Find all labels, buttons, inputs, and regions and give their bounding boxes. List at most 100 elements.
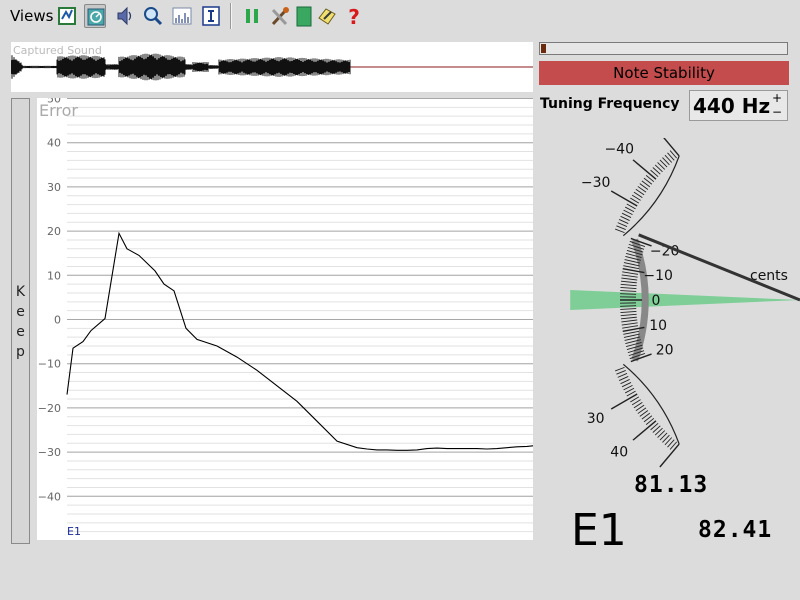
meter-tick: [617, 373, 628, 378]
meter-tick: [620, 305, 637, 307]
notepad-pencil-icon: [318, 8, 336, 25]
meter-tick: [617, 222, 628, 227]
cents-meter: 50403020100−10−20−30−40−50cents: [570, 138, 800, 468]
meter-label: −10: [643, 268, 673, 284]
meter-tick: [622, 271, 639, 275]
keep-letter: K: [15, 284, 26, 300]
meter-tick: [614, 228, 625, 234]
meter-tick: [620, 313, 637, 317]
tuning-frequency-spinbox[interactable]: 440 Hz + −: [689, 90, 788, 121]
meter-tick: [618, 376, 629, 381]
tools-icon: [271, 7, 289, 26]
y-tick-label: 0: [54, 314, 61, 327]
question-icon: ?: [348, 5, 360, 28]
meter-tick: [632, 420, 657, 441]
view-spectrum-button[interactable]: [171, 4, 193, 28]
meter-tick: [620, 290, 637, 292]
meter-label: −30: [581, 175, 611, 191]
tuning-decrease-button[interactable]: −: [767, 105, 787, 119]
note-name: E1: [571, 505, 627, 556]
spectrum-icon: [172, 7, 192, 25]
keep-button[interactable]: Keep: [11, 98, 30, 544]
stability-wedge: [570, 289, 800, 311]
meter-tick: [621, 382, 632, 388]
y-tick-label: −40: [38, 490, 61, 503]
meter-tick: [663, 138, 680, 157]
pause-button[interactable]: [241, 4, 263, 28]
meter-tick: [623, 209, 633, 216]
meter-tick: [622, 325, 639, 329]
meter-tick: [621, 277, 638, 281]
meter-tick: [620, 293, 637, 295]
y-tick-label: 20: [47, 225, 61, 238]
help-button[interactable]: ?: [343, 4, 365, 28]
meter-arc-outer-high: [622, 363, 680, 445]
meter-tick: [620, 316, 637, 320]
view-info-button[interactable]: [200, 4, 222, 28]
meter-tick: [618, 219, 629, 224]
y-tick-label: 30: [47, 181, 61, 194]
toolbar: Views ?: [0, 0, 800, 32]
green-square-icon: [296, 6, 312, 27]
meter-label: 10: [649, 318, 667, 334]
error-series-line: [66, 231, 533, 451]
tuning-increase-button[interactable]: +: [767, 91, 787, 105]
meter-tick: [621, 212, 632, 218]
sound-level-bar: [539, 42, 788, 55]
freq-view-icon: [58, 7, 76, 25]
y-tick-label: −10: [38, 358, 61, 371]
meter-label: 30: [587, 411, 605, 427]
error-chart-title: Error: [39, 101, 78, 120]
meter-tick: [620, 286, 637, 290]
meter-label: 20: [656, 342, 674, 358]
meter-tick: [623, 262, 640, 267]
meter-tick: [610, 190, 638, 207]
y-tick-label: 40: [47, 137, 61, 150]
keep-letter: p: [16, 344, 25, 360]
meter-tick: [616, 225, 626, 230]
view-sound-button[interactable]: [114, 4, 136, 28]
info-icon: [202, 6, 220, 26]
keep-letter: e: [16, 324, 25, 340]
svg-text:?: ?: [348, 5, 360, 28]
tuning-frequency-label: Tuning Frequency: [540, 96, 680, 112]
view-tuner-button[interactable]: [84, 4, 106, 28]
meter-tick: [620, 215, 630, 221]
meter-tick: [620, 283, 637, 287]
meter-arc-outer-low: [622, 155, 680, 237]
pause-icon: [246, 9, 258, 23]
sound-level-fill: [541, 44, 546, 53]
meter-tick: [621, 322, 638, 326]
meter-tick: [632, 159, 657, 180]
tuning-frequency-value: 440 Hz: [693, 94, 771, 118]
waveform: [11, 53, 533, 81]
note-marker-label: E1: [67, 525, 81, 538]
meter-label: 0: [652, 293, 661, 309]
y-tick-label: 10: [47, 269, 61, 282]
y-tick-label: −30: [38, 446, 61, 459]
meter-tick: [620, 280, 637, 284]
edit-button[interactable]: [316, 4, 338, 28]
meter-tick: [623, 265, 640, 270]
settings-button[interactable]: [269, 4, 291, 28]
meter-tick: [621, 274, 638, 278]
meter-tick: [659, 443, 680, 468]
meter-label: 40: [610, 445, 628, 461]
waveform-trace: [11, 53, 351, 81]
record-toggle-button[interactable]: [294, 4, 316, 28]
meter-tick: [620, 310, 637, 314]
captured-sound-panel: Captured Sound: [11, 42, 533, 92]
meter-tick: [620, 379, 630, 385]
views-label: Views: [10, 7, 54, 25]
magnifier-icon: [144, 7, 163, 26]
toolbar-separator: [230, 3, 232, 29]
keep-label: Keep: [12, 282, 29, 362]
note-stability-button[interactable]: Note Stability: [539, 61, 789, 85]
speaker-icon: [117, 6, 132, 26]
view-frequency-button[interactable]: [56, 4, 78, 28]
error-chart-panel: 50 40 30 20 10 0 −10 −20 −30 −40 E1 Error: [37, 98, 533, 540]
meter-tick: [623, 333, 640, 338]
view-zoom-button[interactable]: [142, 4, 164, 28]
error-chart: 50403020100−10−20−30−40E1: [38, 98, 533, 538]
detected-frequency: 81.13: [634, 472, 709, 498]
